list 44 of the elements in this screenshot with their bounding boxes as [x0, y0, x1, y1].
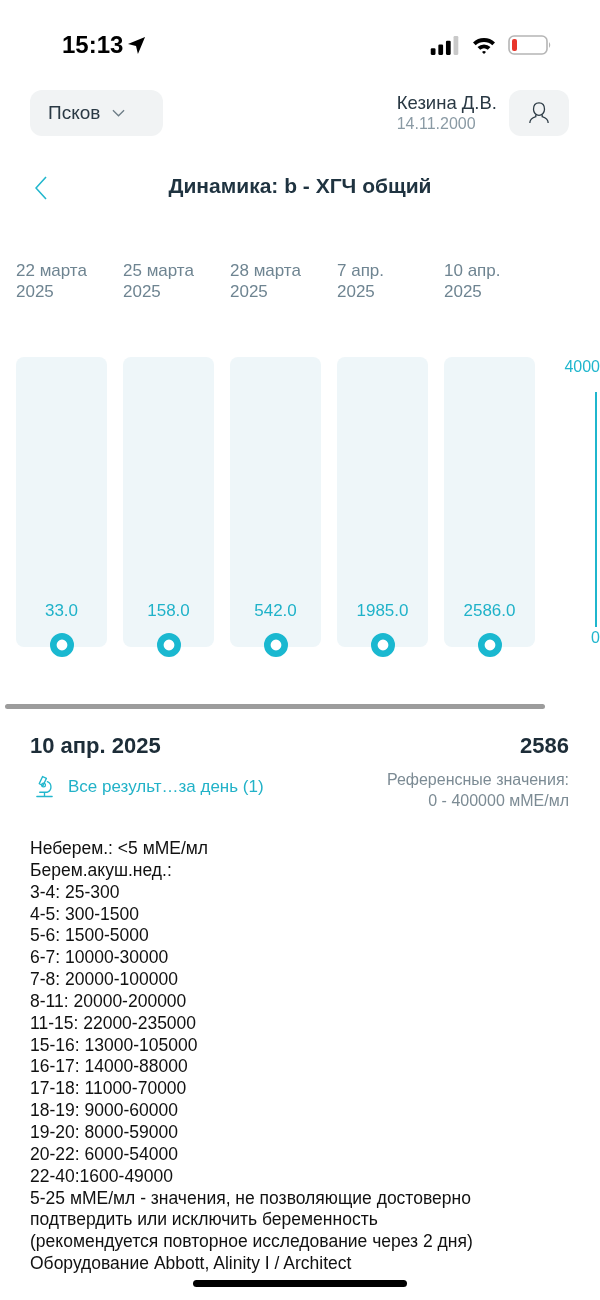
ring-marker-icon — [157, 633, 181, 657]
result-date: 10 апр. 2025 — [30, 733, 161, 759]
back-icon — [35, 176, 47, 200]
caret-icon — [112, 109, 126, 117]
ring-marker-icon — [478, 633, 502, 657]
status-time: 15:13 — [62, 31, 124, 59]
wifi-icon — [472, 36, 496, 54]
value-label: 542.0 — [253, 601, 298, 621]
date-label: 7 апр. 2025 — [337, 260, 385, 302]
axis-label: 4000 — [564, 357, 600, 377]
reference-notes: Неберем.: <5 мМЕ/мл Берем.акуш.нед.: 3-4: 25-300 4-5: 300-1500 5-6: 1500-5000 6-7: 10000-30000 7-8: 20000-100000 8-11: 20000-200000 11-15: 22000-235000 15-16: 13000-105000 16-17: 14000-88000 17-18: 11000-70000 18-19: 9000-60000 19-20: 8000-59000 20-22: 6000-54000 22-40:1600-49000 5-25 мМЕ/мл - значения, не позволяющие достоверно подтвердить или исключить беременность (рекомендуется повторное исследование через 2 дня) Оборудование Abbott, Alinity I / Architect — [30, 838, 473, 1275]
result-column[interactable]: 33.0 — [16, 357, 107, 647]
date-label: 28 марта 2025 — [230, 260, 302, 302]
page-title: Динамика: b - ХГЧ общий — [168, 174, 432, 198]
birth-date: 14.11.2000 — [396, 114, 477, 134]
result-value: 2586 — [520, 733, 569, 759]
city-selector[interactable]: Псков — [30, 90, 163, 136]
value-label: 33.0 — [43, 601, 80, 621]
date-label: 22 марта 2025 — [16, 260, 88, 302]
signal-icon — [430, 35, 460, 55]
result-column[interactable]: 542.0 — [230, 357, 321, 647]
result-column[interactable]: 158.0 — [123, 357, 214, 647]
user-icon — [528, 101, 550, 125]
result-column[interactable]: 2586.0 — [444, 357, 535, 647]
location-arrow-icon — [127, 35, 147, 55]
value-label: 2586.0 — [462, 601, 517, 621]
value-label: 1985.0 — [355, 601, 410, 621]
result-column[interactable]: 1985.0 — [337, 357, 428, 647]
ring-marker-icon — [264, 633, 288, 657]
all-results-link[interactable]: Все результ…за день (1) — [34, 775, 264, 798]
back-button[interactable] — [33, 174, 49, 202]
ring-marker-icon — [371, 633, 395, 657]
microscope-icon — [34, 775, 55, 798]
axis-label: 0 — [591, 629, 600, 647]
ring-marker-icon — [50, 633, 74, 657]
profile-button[interactable] — [509, 90, 569, 136]
scrollbar[interactable] — [5, 704, 545, 709]
date-label: 10 апр. 2025 — [444, 260, 502, 302]
reference-label: Референсные значения: — [386, 770, 569, 790]
battery-icon — [508, 35, 552, 55]
value-label: 158.0 — [146, 601, 191, 621]
date-label: 25 марта 2025 — [123, 260, 195, 302]
patient-name: Кезина Д.В. — [396, 92, 497, 114]
reference-range: 0 - 400000 мМЕ/мл — [428, 791, 569, 811]
